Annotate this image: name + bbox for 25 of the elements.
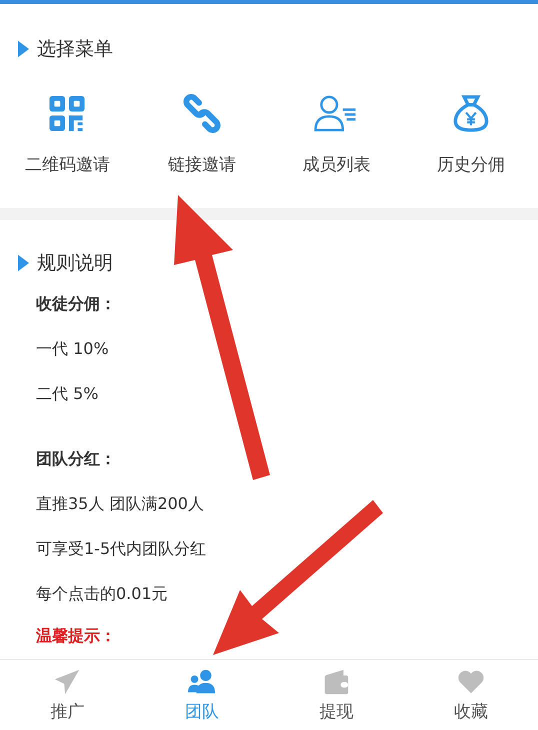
rule-heading: 收徒分佣： xyxy=(36,294,117,314)
triangle-icon xyxy=(18,40,29,58)
money-bag-icon xyxy=(450,94,491,133)
tab[interactable]: 提现 xyxy=(269,660,404,730)
section-title: 选择菜单 xyxy=(37,37,113,62)
section-title: 规则说明 xyxy=(37,251,113,276)
menu-item[interactable]: 链接邀请 xyxy=(134,94,269,176)
menu-item[interactable]: 历史分佣 xyxy=(404,94,538,176)
people-icon xyxy=(188,668,216,696)
tab[interactable]: 推广 xyxy=(0,660,134,730)
rule-text: 每个点击的0.01元 xyxy=(36,584,169,604)
rule-text: 可享受1-5代内团队分红 xyxy=(36,539,208,559)
wallet-icon xyxy=(322,668,350,696)
triangle-icon xyxy=(18,254,29,272)
menu-item[interactable]: 成员列表 xyxy=(269,94,404,176)
rule-text: 二代 5% xyxy=(36,384,100,404)
menu-item[interactable]: 二维码邀请 xyxy=(0,94,134,176)
warning-label: 温馨提示： xyxy=(36,626,117,646)
qr-code-icon xyxy=(47,94,88,133)
chain-link-icon xyxy=(182,94,222,133)
rule-text: 直推35人 团队满200人 xyxy=(36,494,205,514)
tab[interactable]: 收藏 xyxy=(404,660,538,730)
rule-text: 一代 10% xyxy=(36,339,110,359)
send-icon xyxy=(53,668,82,696)
rule-heading: 团队分红： xyxy=(36,449,117,469)
